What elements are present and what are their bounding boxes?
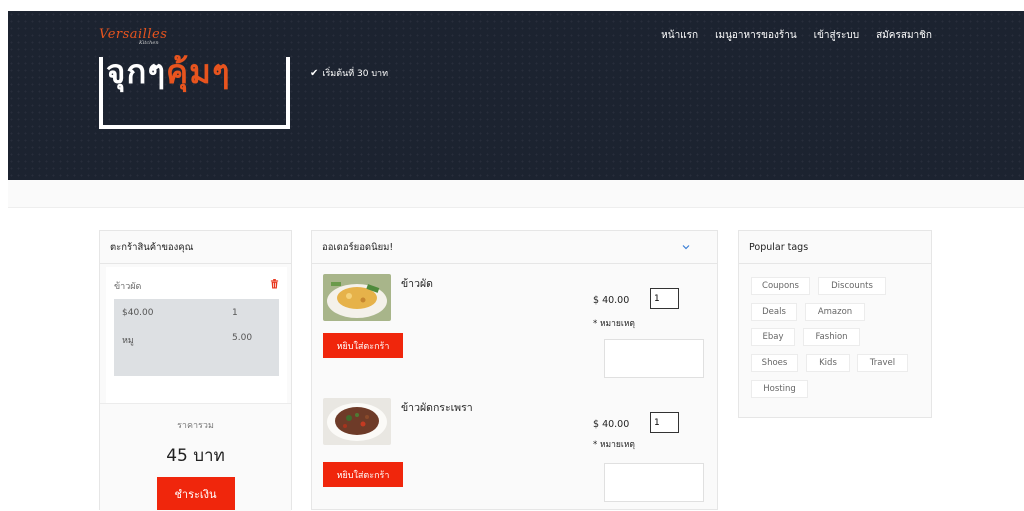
cart-detail-table: $40.00 1 หมู 5.00: [114, 299, 279, 376]
nav-register[interactable]: สมัครสมาชิก: [876, 28, 932, 43]
cart-item-name: ข้าวผัด: [114, 282, 142, 292]
total-label: ราคารวม: [177, 421, 214, 431]
quantity-input[interactable]: [650, 288, 679, 309]
cart-panel: ตะกร้าสินค้าของคุณ ข้าวผัด $40.00 1 หมู …: [99, 230, 292, 511]
tags-title: Popular tags: [739, 231, 931, 264]
basil-rice-image: [323, 398, 391, 445]
note-label: * หมายเหตุ: [593, 319, 635, 329]
tag-fashion[interactable]: Fashion: [803, 328, 860, 346]
tag-hosting[interactable]: Hosting: [751, 380, 808, 398]
cart-summary: ราคารวม 45 บาท ชำระเงิน: [100, 403, 291, 511]
popular-tags-panel: Popular tags Coupons Discounts Deals Ama…: [738, 230, 932, 418]
note-label: * หมายเหตุ: [593, 440, 635, 450]
add-to-cart-button[interactable]: หยิบใส่ตะกร้า: [323, 333, 403, 358]
tag-discounts[interactable]: Discounts: [818, 277, 886, 295]
trash-icon[interactable]: [270, 279, 279, 289]
main-nav: หน้าแรก เมนูอาหารของร้าน เข้าสู่ระบบ สมั…: [661, 28, 932, 43]
headline-accent: คุ้มๆ: [166, 52, 231, 91]
pay-button[interactable]: ชำระเงิน: [156, 477, 235, 510]
headline: จุกๆคุ้มๆ: [106, 55, 231, 88]
food-name: ข้าวผัด: [401, 278, 433, 290]
tag-kids[interactable]: Kids: [806, 354, 850, 372]
note-field[interactable]: [604, 463, 704, 502]
hero-banner: Versailles Kitchen หน้าแรก เมนูอาหารของร…: [8, 11, 1024, 180]
food-price: $ 40.00: [593, 295, 630, 306]
tagline: ✔ เริ่มต้นที่ 30 บาท: [310, 66, 388, 80]
tag-deals[interactable]: Deals: [751, 303, 797, 321]
cart-row: หมู 5.00: [122, 333, 269, 347]
quantity-input[interactable]: [650, 412, 679, 433]
check-icon: ✔: [310, 67, 319, 79]
tag-shoes[interactable]: Shoes: [751, 354, 798, 372]
brand-sub: Kitchen: [139, 40, 159, 46]
nav-login[interactable]: เข้าสู่ระบบ: [814, 28, 859, 43]
fried-rice-image: [323, 274, 391, 321]
tag-travel[interactable]: Travel: [857, 354, 908, 372]
cart-row-value: 1: [232, 308, 238, 318]
cart-row: $40.00 1: [122, 308, 269, 318]
total-value: 45 บาท: [166, 446, 225, 466]
nav-menu[interactable]: เมนูอาหารของร้าน: [715, 28, 797, 43]
popular-orders-panel: ออเดอร์ยอดนิยม! ข้าวผัด $ 40.00 * หมายเห…: [311, 230, 718, 510]
orders-title: ออเดอร์ยอดนิยม!: [312, 231, 717, 264]
cart-item: ข้าวผัด $40.00 1 หมู 5.00: [106, 267, 287, 403]
tag-amazon[interactable]: Amazon: [805, 303, 865, 321]
tag-ebay[interactable]: Ebay: [751, 328, 795, 346]
note-field[interactable]: [604, 339, 704, 378]
nav-home[interactable]: หน้าแรก: [661, 28, 698, 43]
cart-row-label: $40.00: [122, 308, 154, 318]
food-name: ข้าวผัดกระเพรา: [401, 402, 473, 414]
section-divider: [8, 180, 1024, 208]
headline-main: จุกๆ: [106, 52, 167, 91]
tag-coupons[interactable]: Coupons: [751, 277, 810, 295]
cart-row-value: 5.00: [232, 333, 253, 343]
cart-title: ตะกร้าสินค้าของคุณ: [100, 231, 291, 264]
food-price: $ 40.00: [593, 419, 630, 430]
chevron-down-icon[interactable]: [682, 243, 690, 251]
tagline-text: เริ่มต้นที่ 30 บาท: [322, 69, 389, 79]
cart-row-label: หมู: [122, 336, 134, 346]
add-to-cart-button[interactable]: หยิบใส่ตะกร้า: [323, 462, 403, 487]
